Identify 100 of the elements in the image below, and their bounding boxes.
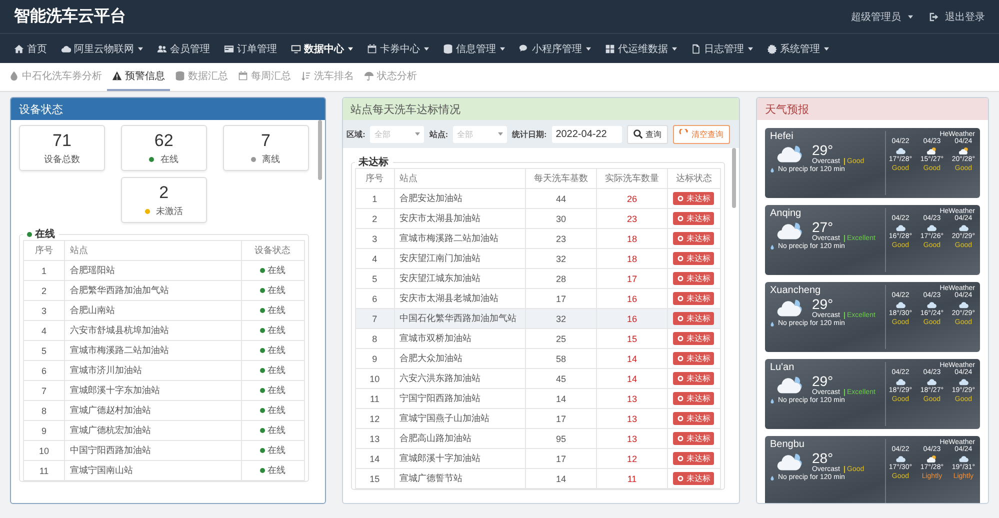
column-header: 设备状态 (241, 240, 304, 260)
document-icon (691, 44, 701, 54)
stat-value: 71 (52, 130, 72, 150)
table-row[interactable]: 1 合肥安达加油站 44 26 未达标 (355, 188, 720, 208)
circle-icon (677, 335, 684, 342)
table-cell: 12 (596, 448, 668, 468)
nav-item[interactable]: 小程序管理 (513, 34, 597, 63)
table-cell: 10 (24, 440, 64, 460)
column-header: 序号 (24, 240, 64, 260)
sun-cloud-icon (926, 455, 938, 464)
sort-icon (301, 71, 311, 81)
table-row[interactable]: 10 六安六洪东路加油站 45 14 未达标 (355, 368, 720, 388)
table-cell: 23 (596, 208, 668, 228)
card-icon (224, 44, 234, 54)
table-row[interactable]: 9 合肥大众加油站 58 14 未达标 (355, 348, 720, 368)
table-cell: 95 (525, 428, 596, 448)
nav-item[interactable]: 系统管理 (761, 34, 835, 63)
logout-link[interactable]: 退出登录 (929, 10, 985, 24)
table-cell: 58 (525, 348, 596, 368)
stat-label: 离线 (262, 152, 280, 166)
nav-item[interactable]: 阿里云物联网 (55, 34, 149, 63)
cloud-icon (894, 378, 906, 386)
nav-item[interactable]: 首页 (8, 34, 53, 63)
table-row[interactable]: 4 安庆望江南门加油站 32 18 未达标 (355, 248, 720, 268)
table-cell: 宣城市济川加油站 (64, 360, 242, 380)
temperature: 27° (812, 219, 834, 235)
table-cell: 宣城市双桥加油站 (394, 328, 526, 348)
table-row[interactable]: 14 宣城郎溪十字加油站 17 12 未达标 (355, 448, 720, 468)
cloud-icon (894, 455, 906, 464)
user-menu[interactable]: 超级管理员 (851, 10, 913, 24)
circle-icon (677, 275, 684, 282)
nav-item[interactable]: 卡券中心 (361, 34, 435, 63)
table-row[interactable]: 3 宣城市梅溪路二站加油站 23 18 未达标 (355, 228, 720, 248)
nav-item[interactable]: 会员管理 (151, 34, 216, 63)
house-icon (14, 44, 24, 54)
scrollbar-thumb[interactable] (318, 120, 322, 180)
table-row[interactable]: 8 宣城市双桥加油站 25 15 未达标 (355, 328, 720, 348)
table-cell: 安庆望江南门加油站 (394, 248, 526, 268)
table-cell: 13 (355, 428, 394, 448)
circle-icon (677, 255, 684, 262)
panel-title: 设备状态 (19, 102, 63, 116)
nav-item[interactable]: 日志管理 (685, 34, 759, 63)
table-cell: 11 (355, 388, 394, 408)
table-cell: 11 (24, 460, 64, 480)
raindrop-icon (770, 244, 776, 250)
sun-cloud-icon (926, 147, 938, 156)
nav-item[interactable]: 订单管理 (218, 34, 283, 63)
table-cell: 14 (525, 388, 596, 408)
status-badge: 未达标 (673, 312, 714, 325)
table-row[interactable]: 13 合肥高山路加油站 95 13 未达标 (355, 428, 720, 448)
raindrop-icon (770, 320, 776, 326)
table-cell: 在线 (241, 360, 304, 380)
status-badge: 未达标 (673, 272, 714, 285)
table-cell: 9 (355, 348, 394, 368)
calendar-icon (238, 71, 248, 81)
nav-item[interactable]: 信息管理 (437, 34, 511, 63)
cloud-icon (958, 224, 969, 232)
raindrop-icon (770, 398, 776, 404)
stat-label: 设备总数 (44, 152, 80, 166)
table-cell: 4 (355, 248, 394, 268)
table-cell: 5 (24, 340, 64, 360)
table-row[interactable]: 15 宣城广德誓节站 14 11 未达标 (355, 468, 720, 488)
raindrop-icon (770, 166, 776, 172)
table-cell: 宣城郎溪十字加油站 (394, 448, 526, 468)
column-header: 达标状态 (667, 168, 720, 188)
stat-value: 7 (260, 130, 270, 150)
status-badge: 未达标 (673, 412, 714, 425)
search-button[interactable]: 查询 (626, 124, 668, 144)
date-field[interactable]: 2022-04-22 (552, 126, 622, 142)
table-cell: 安庆市太湖县加油站 (394, 208, 526, 228)
table-row[interactable]: 5 安庆望江城东加油站 28 17 未达标 (355, 268, 720, 288)
table-row[interactable]: 7 中国石化繁华西路加油加气站 32 16 未达标 (355, 308, 720, 328)
calendar-icon (367, 44, 377, 54)
city-name: Lu'an (770, 362, 796, 373)
column-header: 站点 (64, 240, 242, 260)
table-cell: 45 (525, 368, 596, 388)
table-row[interactable]: 11 宁国宁阳西路加油站 14 13 未达标 (355, 388, 720, 408)
table-cell: 在线 (241, 300, 304, 320)
table-cell: 25 (525, 328, 596, 348)
table-cell: 六安市舒城县杭埠加油站 (64, 320, 242, 340)
cloud-icon (61, 44, 71, 54)
table-row[interactable]: 2 安庆市太湖县加油站 30 23 未达标 (355, 208, 720, 228)
table-cell: 1 (24, 260, 64, 280)
table-cell: 在线 (241, 280, 304, 300)
table-cell: 在线 (241, 260, 304, 280)
column-header: 站点 (394, 168, 526, 188)
table-row[interactable]: 12 宣城宁国燕子山加油站 17 13 未达标 (355, 408, 720, 428)
nav-item[interactable]: 数据中心 (285, 34, 359, 63)
nav-item[interactable]: 代运维数据 (599, 34, 683, 63)
caret-icon (415, 132, 420, 136)
group-title: 在线 (35, 229, 55, 240)
table-cell: 15 (596, 328, 668, 348)
table-cell: 8 (355, 328, 394, 348)
grid-icon (605, 44, 615, 54)
cloud-icon (894, 224, 906, 232)
table-cell: 13 (596, 388, 668, 408)
scrollbar-thumb[interactable] (732, 148, 736, 208)
table-cell: 28 (525, 268, 596, 288)
city-name: Hefei (770, 131, 794, 142)
table-cell: 六安六洪东路加油站 (394, 368, 526, 388)
